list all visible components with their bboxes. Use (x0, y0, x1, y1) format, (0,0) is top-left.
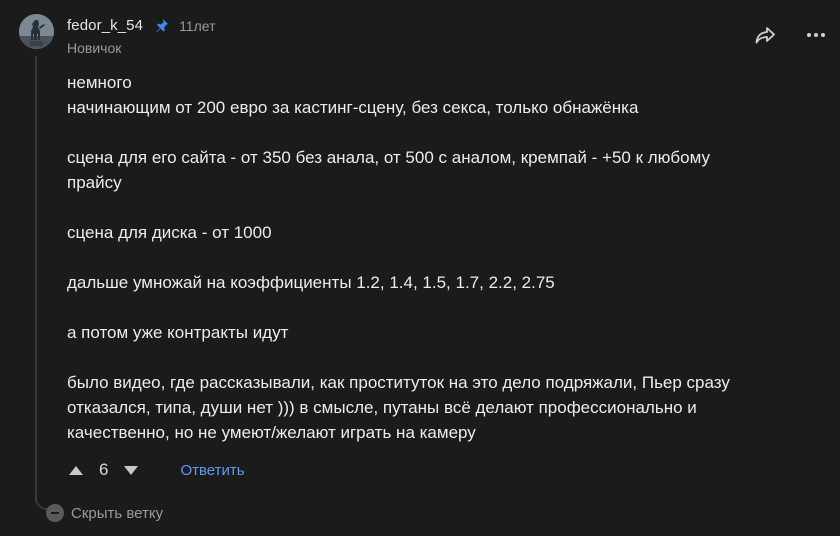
share-icon[interactable] (754, 24, 776, 46)
comment-age: 11лет (179, 17, 216, 34)
comment-line: немного (67, 73, 132, 92)
comment-top-actions (754, 24, 826, 46)
comment: fedor_k_54 11лет Новичок немного начинаю… (0, 0, 840, 536)
avatar-image (19, 14, 54, 49)
collapse-thread-button[interactable]: Скрыть ветку (46, 504, 163, 522)
comment-actions: 6 Ответить (67, 460, 245, 480)
comment-header: fedor_k_54 11лет (67, 17, 216, 34)
author-name[interactable]: fedor_k_54 (67, 17, 143, 34)
vote-count: 6 (99, 460, 109, 479)
comment-line: прайсу (67, 173, 122, 192)
reply-button[interactable]: Ответить (180, 462, 244, 479)
minus-circle-icon (46, 504, 64, 522)
comment-line: отказался, типа, души нет ))) в смысле, … (67, 398, 697, 417)
comment-line: дальше умножай на коэффициенты 1.2, 1.4,… (67, 273, 555, 292)
comment-line: было видео, где рассказывали, как прости… (67, 373, 730, 392)
more-icon[interactable] (806, 25, 826, 45)
thread-line[interactable] (35, 56, 37, 502)
avatar[interactable] (19, 14, 54, 49)
comment-line: сцена для диска - от 1000 (67, 223, 272, 242)
upvote-icon[interactable] (67, 461, 85, 479)
downvote-icon[interactable] (122, 461, 140, 479)
pin-icon (156, 18, 169, 32)
comment-body: немного начинающим от 200 евро за кастин… (67, 70, 807, 445)
author-rank: Новичок (67, 40, 122, 56)
collapse-thread-label: Скрыть ветку (71, 504, 164, 522)
comment-line: а потом уже контракты идут (67, 323, 289, 342)
comment-line: сцена для его сайта - от 350 без анала, … (67, 148, 710, 167)
comment-line: качественно, но не умеют/желают играть н… (67, 423, 476, 442)
comment-line: начинающим от 200 евро за кастинг-сцену,… (67, 98, 639, 117)
